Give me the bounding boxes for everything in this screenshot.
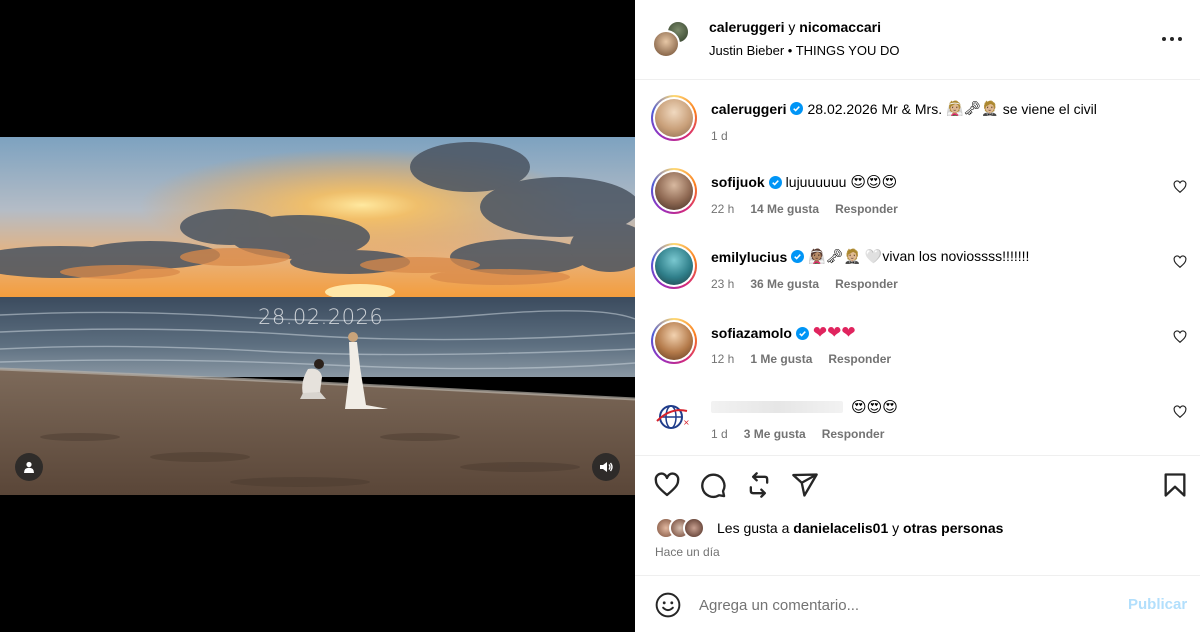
- comment-time: 23 h: [711, 277, 735, 291]
- share-paper-plane-icon[interactable]: [791, 471, 819, 499]
- comment-username[interactable]: emilylucius: [711, 249, 787, 265]
- comment-time: 12 h: [711, 352, 735, 366]
- comment-likes[interactable]: 1 Me gusta: [750, 352, 812, 366]
- comment-time: 22 h: [711, 202, 735, 216]
- comment-bubble-icon[interactable]: [699, 471, 727, 499]
- video-date-overlay: 28.02.2026: [258, 305, 384, 329]
- bride-groom-emoji-icon: 👰🏼🗝🤵🏼: [946, 100, 999, 116]
- sound-toggle-button[interactable]: [592, 453, 620, 481]
- liker-avatars[interactable]: [655, 517, 711, 539]
- liked-by-row: Les gusta a danielacelis01 y otras perso…: [655, 517, 1003, 539]
- globe-logo-avatar[interactable]: ×: [653, 397, 693, 437]
- avatar: [652, 30, 680, 58]
- verified-badge-icon: [795, 326, 809, 340]
- post-actions: Les gusta a danielacelis01 y otras perso…: [635, 455, 1200, 575]
- comment-likes[interactable]: 36 Me gusta: [750, 277, 819, 291]
- caption-time: 1 d: [711, 129, 728, 143]
- avatar[interactable]: [651, 168, 697, 214]
- user-icon: [24, 461, 34, 473]
- caption-username[interactable]: caleruggeri: [711, 101, 786, 117]
- comment-time: 1 d: [711, 427, 728, 441]
- likes-prefix: Les gusta a: [717, 520, 790, 536]
- more-horizontal-icon: [1162, 37, 1166, 41]
- verified-badge-icon: [791, 250, 805, 263]
- media-pane: 28.02.2026: [0, 0, 635, 632]
- speaker-icon: [600, 462, 613, 472]
- redacted-username: [711, 401, 843, 413]
- globe-icon: ×: [656, 405, 690, 429]
- save-bookmark-icon[interactable]: [1161, 471, 1189, 499]
- avatar[interactable]: [651, 318, 697, 364]
- star-eyes-emoji-icon: 😍😍😍: [850, 174, 898, 191]
- caption-text: 28.02.2026 Mr & Mrs.: [807, 100, 943, 117]
- post-timestamp: Hace un día: [655, 545, 720, 559]
- avatar[interactable]: [651, 95, 697, 141]
- caption-text-tail: se viene el civil: [1002, 100, 1097, 117]
- like-comment-heart-icon[interactable]: [1173, 405, 1187, 419]
- like-comment-heart-icon[interactable]: [1173, 330, 1187, 344]
- comment-username[interactable]: sofiazamolo: [711, 325, 792, 341]
- tagged-users-button[interactable]: [15, 453, 43, 481]
- reply-button[interactable]: Responder: [822, 427, 885, 441]
- username-link[interactable]: caleruggeri: [709, 19, 784, 35]
- like-heart-icon[interactable]: [653, 471, 681, 499]
- username-link[interactable]: nicomaccari: [799, 19, 881, 35]
- collab-usernames: caleruggeri y nicomaccari: [709, 19, 881, 35]
- repost-icon[interactable]: [745, 471, 773, 499]
- reel-video[interactable]: 28.02.2026: [0, 137, 635, 495]
- more-options-button[interactable]: [1160, 30, 1184, 48]
- post-header: caleruggeri y nicomaccari Justin Bieber …: [635, 0, 1200, 80]
- reply-button[interactable]: Responder: [828, 352, 891, 366]
- connector-text: y: [788, 19, 796, 35]
- emoji-smile-icon[interactable]: [655, 592, 681, 618]
- comment-likes[interactable]: 14 Me gusta: [750, 202, 819, 216]
- like-comment-heart-icon[interactable]: [1173, 255, 1187, 269]
- reply-button[interactable]: Responder: [835, 202, 898, 216]
- star-eyes-emoji-icon: 😍😍😍: [851, 399, 898, 416]
- publish-button[interactable]: Publicar: [1128, 596, 1187, 613]
- verified-badge-icon: [768, 175, 782, 189]
- others-link[interactable]: otras personas: [903, 520, 1003, 536]
- like-comment-heart-icon[interactable]: [1173, 180, 1187, 194]
- comment-text: 🤍vivan los noviossss!!!!!!!: [864, 248, 1030, 264]
- avatar[interactable]: [651, 243, 697, 289]
- bride-groom-emoji-icon: 👰🏽🗝🤵🏼: [808, 248, 861, 264]
- post-side-panel: caleruggeri y nicomaccari Justin Bieber …: [635, 0, 1200, 632]
- likes-connector: y: [892, 520, 900, 536]
- comment-input[interactable]: [699, 593, 1099, 617]
- collab-avatars[interactable]: [652, 18, 692, 60]
- audio-link[interactable]: Justin Bieber • THINGS YOU DO: [709, 43, 899, 58]
- comment-username[interactable]: sofijuok: [711, 174, 765, 190]
- comments-list: caleruggeri 28.02.2026 Mr & Mrs. 👰🏼🗝🤵🏼 s…: [635, 81, 1200, 454]
- comment-text: lujuuuuuu: [785, 174, 847, 190]
- verified-badge-icon: [790, 102, 804, 115]
- red-heart-emoji-icon: ❤❤❤: [812, 323, 856, 342]
- comment-composer: Publicar: [635, 575, 1200, 632]
- reply-button[interactable]: Responder: [835, 277, 898, 291]
- svg-text:×: ×: [683, 418, 690, 427]
- comment-likes[interactable]: 3 Me gusta: [744, 427, 806, 441]
- liker-username[interactable]: danielacelis01: [793, 520, 888, 536]
